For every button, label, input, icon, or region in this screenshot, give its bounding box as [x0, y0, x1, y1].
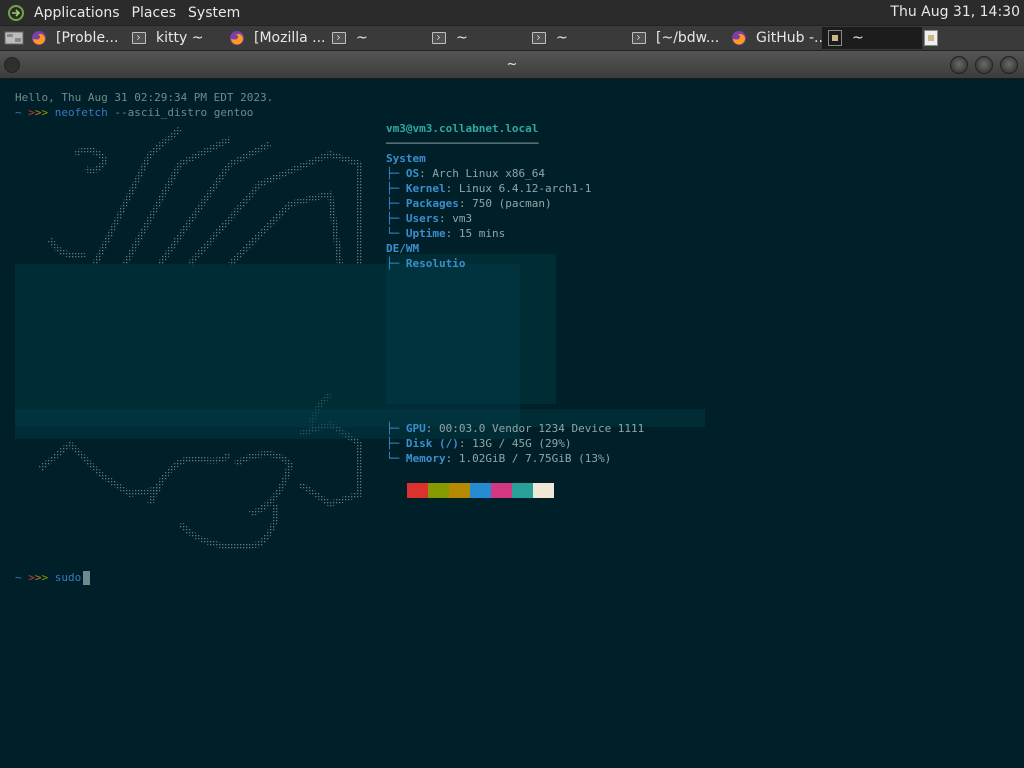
- command-text: neofetch: [54, 106, 108, 119]
- distro-logo-icon[interactable]: [6, 3, 26, 23]
- final-prompt-line[interactable]: ~ >>> sudo: [15, 571, 91, 585]
- palette-swatch: [449, 483, 470, 498]
- task-label: ~: [556, 30, 568, 46]
- task-terminal-1[interactable]: ~: [326, 27, 426, 49]
- menu-places[interactable]: Places: [132, 5, 177, 21]
- prompt-arrows: >>>: [28, 571, 49, 584]
- prompt-arrows: >>>: [28, 106, 49, 119]
- firefox-icon: [30, 29, 48, 47]
- task-label: GitHub -...: [756, 30, 822, 46]
- info-value: Linux 6.4.12-arch1-1: [458, 182, 592, 195]
- info-row-os: ├─ OS: Arch Linux x86_64: [386, 167, 545, 180]
- terminal-icon: [330, 29, 348, 47]
- terminal-area[interactable]: Hello, Thu Aug 31 02:29:34 PM EDT 2023. …: [0, 79, 1024, 768]
- info-label: Disk (/): [405, 437, 459, 450]
- minimize-button[interactable]: [950, 56, 968, 74]
- command-text: sudo: [54, 571, 82, 584]
- palette-swatch: [407, 483, 428, 498]
- info-row-resolution: ├─ Resolutio: [386, 257, 466, 270]
- terminal-icon: [530, 29, 548, 47]
- text-cursor: [83, 571, 91, 585]
- info-label: Users: [405, 212, 439, 225]
- info-row-disk: ├─ Disk (/): 13G / 45G (29%): [386, 437, 572, 450]
- palette-swatch: [533, 483, 554, 498]
- user-host: vm3@vm3.collabnet.local: [386, 122, 539, 135]
- window-titlebar[interactable]: ~: [0, 51, 1024, 79]
- prompt-tilde: ~: [15, 106, 22, 119]
- info-value: 13G / 45G (29%): [472, 437, 572, 450]
- info-label: Uptime: [405, 227, 446, 240]
- task-label: ~: [456, 30, 468, 46]
- task-firefox-github[interactable]: GitHub -...: [726, 27, 822, 49]
- window-title: ~: [506, 57, 518, 72]
- task-terminal-bdw[interactable]: [~/bdw...: [626, 27, 726, 49]
- info-label: OS: [405, 167, 420, 180]
- task-label: [Mozilla ...: [254, 30, 326, 46]
- task-label: ~: [356, 30, 368, 46]
- terminal-icon: [630, 29, 648, 47]
- section-dewm: DE/WM: [386, 242, 420, 255]
- info-label: Memory: [405, 452, 446, 465]
- info-value: 750 (pacman): [472, 197, 552, 210]
- info-value: 00:03.0 Vendor 1234 Device 1111: [439, 422, 645, 435]
- info-row-packages: ├─ Packages: 750 (pacman): [386, 197, 552, 210]
- top-panel: Applications Places System Thu Aug 31, 1…: [0, 0, 1024, 25]
- task-firefox-problems[interactable]: [Proble...: [26, 27, 126, 49]
- kitty-icon: [826, 29, 844, 47]
- palette-swatch: [512, 483, 533, 498]
- command-args: --ascii_distro gentoo: [114, 106, 254, 119]
- info-value: vm3: [452, 212, 473, 225]
- info-value: 15 mins: [458, 227, 506, 240]
- section-system: System: [386, 152, 426, 165]
- info-label: Packages: [405, 197, 459, 210]
- prompt-tilde: ~: [15, 571, 22, 584]
- maximize-button[interactable]: [975, 56, 993, 74]
- info-row-uptime: └─ Uptime: 15 mins: [386, 227, 506, 240]
- info-row-kernel: ├─ Kernel: Linux 6.4.12-arch1-1: [386, 182, 592, 195]
- menu-system[interactable]: System: [188, 5, 240, 21]
- task-label: kitty ~: [156, 30, 204, 46]
- task-firefox-mozilla[interactable]: [Mozilla ...: [224, 27, 326, 49]
- kitty-tray-icon[interactable]: [922, 27, 944, 49]
- palette-swatch: [470, 483, 491, 498]
- task-kitty[interactable]: kitty ~: [126, 27, 224, 49]
- greeting-line: Hello, Thu Aug 31 02:29:34 PM EDT 2023.: [15, 91, 274, 104]
- task-label: [Proble...: [56, 30, 119, 46]
- palette-swatch: [428, 483, 449, 498]
- overlay-region: [386, 254, 556, 404]
- info-label: Kernel: [405, 182, 446, 195]
- task-label: ~: [852, 30, 864, 46]
- info-value: 1.02GiB / 7.75GiB (13%): [458, 452, 612, 465]
- task-kitty-active[interactable]: ~: [822, 27, 922, 49]
- palette-swatch: [491, 483, 512, 498]
- show-desktop-icon[interactable]: [2, 27, 26, 49]
- info-row-users: ├─ Users: vm3: [386, 212, 473, 225]
- info-value: Arch Linux x86_64: [432, 167, 545, 180]
- info-label: GPU: [405, 422, 426, 435]
- close-button[interactable]: [1000, 56, 1018, 74]
- separator: ───────────────────────: [386, 137, 539, 150]
- menu-applications[interactable]: Applications: [34, 5, 120, 21]
- taskbar: [Proble... kitty ~ [Mozilla ... ~ ~ ~ [~…: [0, 25, 1024, 51]
- info-row-gpu: ├─ GPU: 00:03.0 Vendor 1234 Device 1111: [386, 422, 645, 435]
- task-label: [~/bdw...: [656, 30, 720, 46]
- firefox-icon: [730, 29, 748, 47]
- terminal-icon: [430, 29, 448, 47]
- info-label: Resolutio: [405, 257, 466, 270]
- task-terminal-2[interactable]: ~: [426, 27, 526, 49]
- info-row-memory: └─ Memory: 1.02GiB / 7.75GiB (13%): [386, 452, 612, 465]
- clock[interactable]: Thu Aug 31, 14:30: [890, 4, 1020, 20]
- prompt-line: ~ >>> neofetch --ascii_distro gentoo: [15, 106, 253, 119]
- terminal-icon: [130, 29, 148, 47]
- task-terminal-3[interactable]: ~: [526, 27, 626, 49]
- firefox-icon: [228, 29, 246, 47]
